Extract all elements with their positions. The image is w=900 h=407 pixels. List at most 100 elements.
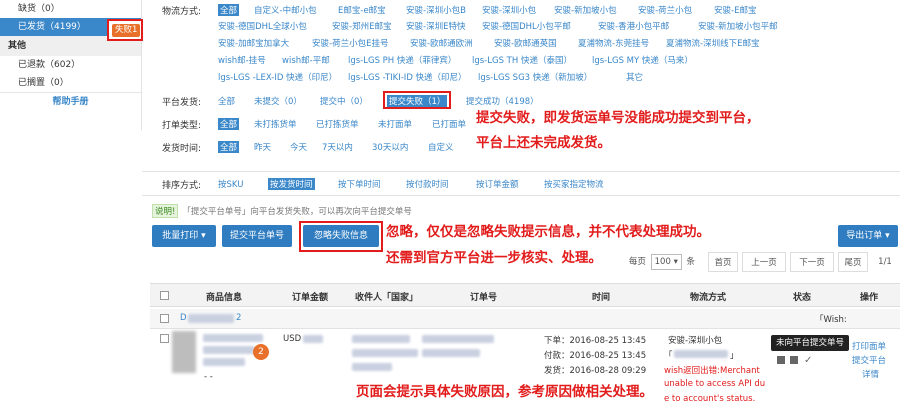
ship-filter-option[interactable]: 安骏-欧邮通英国: [494, 37, 557, 49]
sidebar-help-link[interactable]: 帮助手册: [0, 92, 141, 110]
print-type-label: 打单类型:: [162, 121, 202, 131]
amount-redacted: [303, 335, 323, 343]
ship-filter-option[interactable]: 其它: [626, 71, 643, 83]
ship-filter-option[interactable]: 安骏-深圳小包B: [406, 4, 466, 16]
ship-filter-option[interactable]: 夏浦物流-东莞挂号: [578, 37, 649, 49]
ship-filter-option[interactable]: 安骏-新加坡小包平邮: [698, 20, 778, 32]
page-indicator: 1/1: [872, 252, 898, 272]
sort-bar: 排序方式: 按SKU 按发货时间 按下单时间 按付款时间 按订单金额 按买家指定…: [142, 172, 900, 196]
sort-option[interactable]: 按付款时间: [406, 178, 449, 190]
sort-option-selected[interactable]: 按发货时间: [268, 178, 315, 190]
error-message-line1: wish返回出错:Merchant: [664, 366, 760, 376]
ship-filter-option[interactable]: 安骏-加邮宝加拿大: [218, 37, 289, 49]
sidebar-item-out-of-stock[interactable]: 缺货（0）: [0, 0, 141, 18]
ship-filter-option[interactable]: 安骏-新加坡小包: [554, 4, 617, 16]
status-icon-barcode: [790, 356, 798, 364]
ship-time-label: 发货时间:: [162, 144, 202, 154]
prev-page-button[interactable]: 上一页: [742, 252, 786, 272]
time-filter-option[interactable]: 7天以内: [322, 141, 353, 153]
print-filter-option[interactable]: 已打面单: [432, 118, 466, 130]
ship-filter-option[interactable]: 安骏-荷兰小包: [638, 4, 692, 16]
order-id-suffix[interactable]: 2: [236, 313, 241, 323]
product-sku-redacted: [203, 358, 245, 366]
submit-platform-button[interactable]: 提交平台单号: [222, 225, 292, 247]
platform-filter-unsubmitted[interactable]: 未提交（0）: [254, 95, 302, 107]
time-ordered: 下单：2016-08-25 13:45: [544, 336, 647, 346]
ship-filter-option[interactable]: 自定义-中邮小包: [254, 4, 317, 16]
ship-filter-all[interactable]: 全部: [218, 4, 240, 16]
time-filter-option[interactable]: 自定义: [428, 141, 454, 153]
sort-label: 排序方式:: [162, 181, 202, 191]
platform-ship-label: 平台发货:: [162, 98, 202, 108]
print-filter-all[interactable]: 全部: [218, 118, 240, 130]
quantity-badge: 2: [253, 344, 269, 360]
sidebar-item-refunded[interactable]: 已退款（602）: [0, 56, 141, 74]
print-label-link[interactable]: 打印面单: [852, 340, 886, 352]
sort-option[interactable]: 按SKU: [218, 178, 243, 190]
sort-option[interactable]: 按订单金额: [476, 178, 519, 190]
ship-filter-option[interactable]: lgs-LGS SG3 快递（新加坡）: [478, 71, 592, 83]
next-page-button[interactable]: 下一页: [790, 252, 834, 272]
fail-count-badge[interactable]: 失败1: [112, 24, 141, 37]
print-filter-option[interactable]: 已打拣货单: [316, 118, 359, 130]
ship-filter-option[interactable]: lgs-LGS PH 快递（菲律宾）: [348, 54, 456, 66]
page-size-label: 每页: [628, 257, 646, 267]
store-name: 「Wish:: [815, 315, 847, 325]
ship-filter-option[interactable]: 安骏-荷兰小包E挂号: [312, 37, 388, 49]
ship-filter-option[interactable]: E邮宝-e邮宝: [338, 4, 386, 16]
ship-filter-option[interactable]: 安骏-E邮宝: [714, 4, 756, 16]
ship-filter-option[interactable]: 安骏-深圳小包: [482, 4, 536, 16]
tracking-number-redacted: [674, 350, 728, 358]
ship-filter-option[interactable]: wish邮-挂号: [218, 54, 266, 66]
platform-filter-all[interactable]: 全部: [218, 95, 235, 107]
ship-filter-option[interactable]: lgs-LGS -TIKI-ID 快递（印尼）: [348, 71, 467, 83]
fail-count-highlight: 失败1: [107, 19, 143, 41]
ship-filter-option[interactable]: 安骏-深圳E特快: [406, 20, 465, 32]
print-filter-option[interactable]: 未打拣货单: [254, 118, 297, 130]
select-all-checkbox[interactable]: [160, 291, 169, 300]
tracking-bracket-open: 「: [664, 351, 673, 361]
time-paid: 付款：2016-08-25 13:45: [544, 351, 647, 361]
ship-filter-option[interactable]: lgs-LGS -LEX-ID 快递（印尼）: [218, 71, 337, 83]
sidebar-item-on-hold[interactable]: 已搁置（0）: [0, 74, 141, 92]
time-filter-option[interactable]: 昨天: [254, 141, 271, 153]
time-shipped: 发货：2016-08-28 09:29: [544, 366, 647, 376]
time-filter-all[interactable]: 全部: [218, 141, 240, 153]
annotation-failed-line2: 平台上还未完成发货。: [476, 135, 611, 151]
recipient-redacted: [352, 349, 418, 357]
first-page-button[interactable]: 首页: [708, 252, 738, 272]
col-shipping: 物流方式: [690, 293, 727, 303]
ship-filter-option[interactable]: 安骏-郑州E邮宝: [332, 20, 391, 32]
annotation-reason: 页面会提示具体失败原因，参考原因做相关处理。: [356, 384, 653, 400]
print-filter-option[interactable]: 未打面单: [378, 118, 412, 130]
page-size-control: 每页 100 ▾ 条: [618, 252, 706, 272]
ship-filter-option[interactable]: wish邮-平邮: [282, 54, 330, 66]
time-filter-option[interactable]: 30天以内: [372, 141, 408, 153]
export-orders-button[interactable]: 导出订单 ▾: [838, 225, 898, 247]
sort-option[interactable]: 按下单时间: [338, 178, 381, 190]
ship-filter-option[interactable]: 安骏-香港小包平邮: [598, 20, 669, 32]
recipient-redacted: [352, 363, 392, 371]
order-group-row: D 2 「Wish:: [150, 309, 900, 329]
page-size-select[interactable]: 100 ▾: [650, 254, 682, 270]
platform-filter-submitting[interactable]: 提交中（0）: [320, 95, 368, 107]
submit-platform-link[interactable]: 提交平台: [852, 354, 886, 366]
ship-filter-option[interactable]: 安骏-德国DHL小包平邮: [482, 20, 571, 32]
sort-option[interactable]: 按买家指定物流: [544, 178, 604, 190]
col-actions: 操作: [860, 293, 879, 303]
order-checkbox[interactable]: [160, 314, 169, 323]
item-checkbox[interactable]: [160, 334, 169, 343]
ship-filter-option[interactable]: 夏浦物流-深圳线下E邮宝: [666, 37, 759, 49]
col-order-no: 订单号: [470, 293, 498, 303]
batch-print-button[interactable]: 批量打印 ▾: [152, 225, 216, 247]
ship-filter-option[interactable]: lgs-LGS TH 快递（泰国）: [472, 54, 572, 66]
tip-text: 「提交平台单号」向平台发货失败，可以再次向平台提交单号: [182, 207, 412, 217]
ship-filter-option[interactable]: 安骏-欧邮通欧洲: [410, 37, 473, 49]
time-filter-option[interactable]: 今天: [290, 141, 307, 153]
ship-filter-option[interactable]: lgs-LGS MY 快递（马来）: [592, 54, 693, 66]
annotation-failed-line1: 提交失败，即发货运单号没能成功提交到平台，: [476, 110, 760, 126]
details-link[interactable]: 详情: [862, 368, 879, 380]
order-id-prefix[interactable]: D: [180, 313, 187, 323]
last-page-button[interactable]: 尾页: [838, 252, 868, 272]
ship-filter-option[interactable]: 安骏-德国DHL全球小包: [218, 20, 307, 32]
